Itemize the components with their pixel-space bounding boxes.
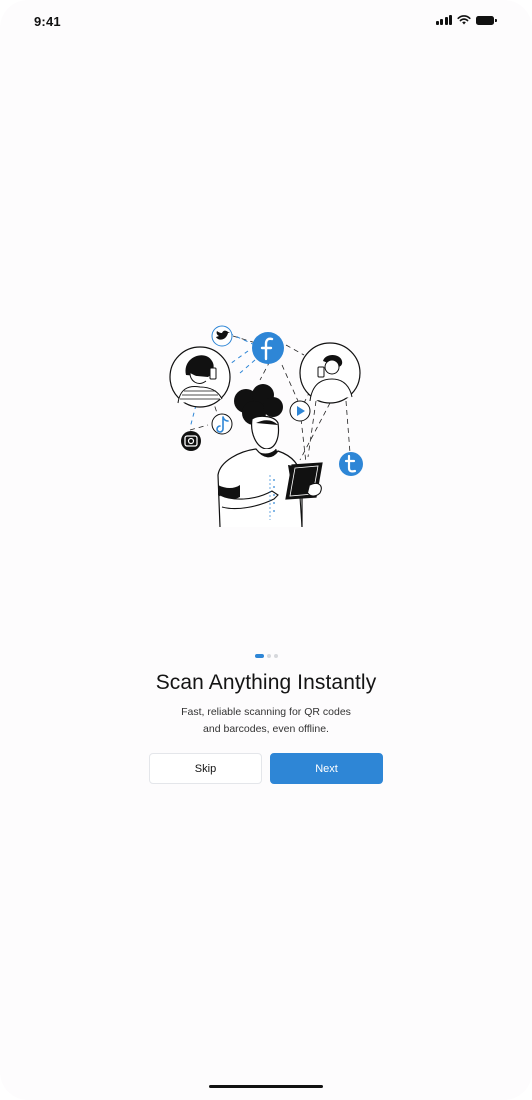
- tiktok-icon: [211, 413, 233, 435]
- status-bar: 9:41: [0, 0, 532, 44]
- signal-icon: [435, 15, 452, 25]
- skip-button[interactable]: Skip: [149, 753, 262, 784]
- play-icon: [289, 400, 311, 422]
- onboarding-title: Scan Anything Instantly: [155, 671, 377, 694]
- onboarding-subtitle: Fast, reliable scanning for QR codes and…: [0, 704, 532, 738]
- battery-icon: [476, 15, 497, 25]
- twitter-icon: [211, 325, 233, 347]
- page-dot-active: [254, 654, 264, 658]
- right-person-avatar: [299, 342, 361, 404]
- wifi-icon: [457, 15, 471, 25]
- tumblr-icon: [339, 452, 363, 476]
- subtitle-line-2: and barcodes, even offline.: [203, 723, 329, 735]
- home-indicator[interactable]: [209, 1085, 323, 1088]
- status-time: 9:41: [34, 14, 61, 29]
- instagram-icon: [181, 431, 201, 451]
- status-icons: [435, 15, 497, 25]
- onboarding-screen: 9:41 Scan Anything Instantly Fast, relia…: [0, 0, 532, 1100]
- facebook-icon: [252, 332, 284, 364]
- subtitle-line-1: Fast, reliable scanning for QR codes: [181, 706, 351, 718]
- page-dot: [273, 654, 278, 658]
- onboarding-illustration: [169, 325, 363, 528]
- page-dot: [266, 654, 271, 658]
- next-button[interactable]: Next: [270, 753, 383, 784]
- page-indicator: [0, 654, 532, 658]
- left-person-avatar: [169, 346, 231, 408]
